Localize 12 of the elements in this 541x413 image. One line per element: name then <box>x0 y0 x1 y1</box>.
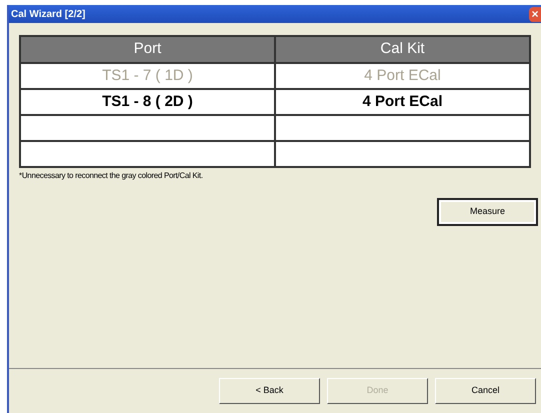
table-cell: TS1 - 7 ( 1D ) <box>20 63 275 89</box>
measure-button[interactable]: Measure <box>437 198 538 226</box>
footnote-text: *Unnecessary to reconnect the gray colored Port/Cal Kit. <box>19 170 204 182</box>
dialog-button[interactable]: Cancel <box>435 378 536 404</box>
close-button[interactable]: × <box>529 6 541 22</box>
dialog-button[interactable]: < Back <box>219 378 320 404</box>
table-cell: TS1 - 8 ( 2D ) <box>20 89 275 115</box>
column-header: Cal Kit <box>275 36 530 63</box>
table-cell: 4 Port ECal <box>275 63 530 89</box>
table-cell: 4 Port ECal <box>275 89 530 115</box>
column-header: Port <box>20 36 275 63</box>
window-title: Cal Wizard [2/2] <box>10 8 86 22</box>
